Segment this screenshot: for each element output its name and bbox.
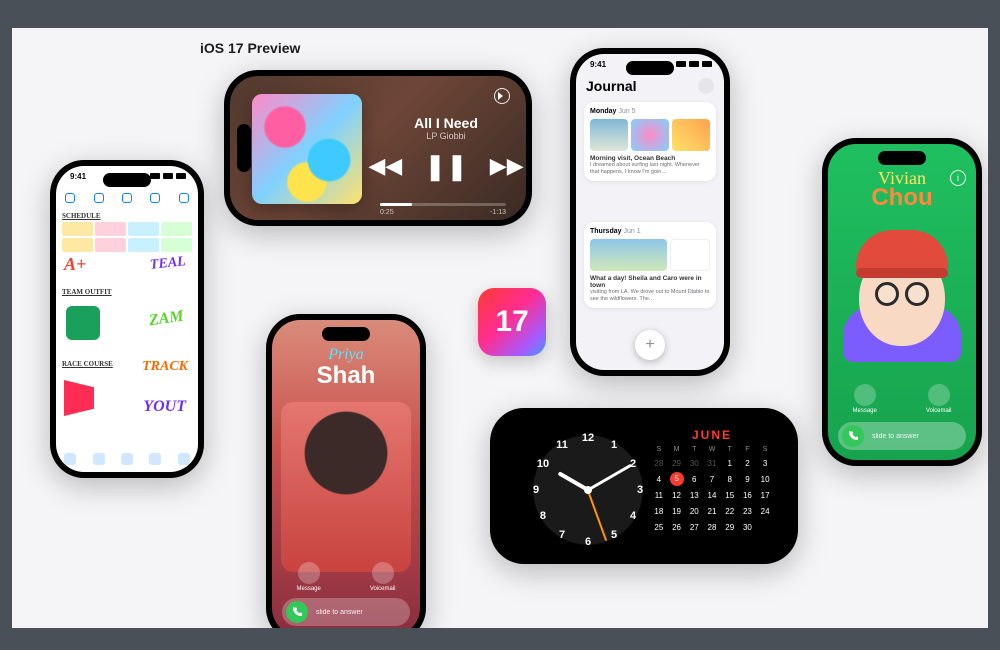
dynamic-island xyxy=(503,462,517,510)
rewind-button[interactable]: ◀◀ xyxy=(368,153,402,179)
calendar-widget: JUNE SMTWTFS 282930311234567891011121314… xyxy=(650,428,774,535)
pause-button[interactable]: ❚❚ xyxy=(424,151,468,182)
filter-icon[interactable] xyxy=(698,78,714,94)
add-entry-button[interactable]: + xyxy=(635,330,665,360)
track-artist: LP Giobbi xyxy=(426,131,465,141)
voicemail-button[interactable]: Voicemail xyxy=(926,384,952,414)
analog-clock: 121234567891011 xyxy=(524,426,652,554)
journal-title: Journal xyxy=(586,78,637,94)
page-title: iOS 17 Preview xyxy=(200,40,300,56)
caller-memoji xyxy=(843,222,961,362)
entry-body: visiting from LA. We drove out to Mount … xyxy=(590,289,710,302)
freeform-toolbar xyxy=(56,188,198,208)
forward-button[interactable]: ▶▶ xyxy=(490,153,524,179)
ios17-logo: 17 xyxy=(478,288,546,356)
sticker-foamfinger xyxy=(64,380,94,416)
dynamic-island xyxy=(322,327,370,341)
voicemail-button[interactable]: Voicemail xyxy=(370,562,396,592)
slide-to-answer[interactable]: slide to answer xyxy=(838,422,966,450)
calendar-month: JUNE xyxy=(650,428,774,442)
preview-hero: iOS 17 Preview 9:41 SCHEDULE A+ TEAL TEA… xyxy=(12,28,988,628)
phone-contact-poster-vivian: i Vivian Chou Message Voicemail xyxy=(822,138,982,466)
progress-bar[interactable] xyxy=(380,203,506,206)
message-button[interactable]: Message xyxy=(296,562,320,592)
sticker-dino xyxy=(66,306,100,340)
caller-photo xyxy=(281,402,411,572)
freeform-heading: TEAM OUTFIT xyxy=(62,288,192,296)
freeform-heading: SCHEDULE xyxy=(62,212,192,220)
answer-icon[interactable] xyxy=(286,601,308,623)
phone-freeform: 9:41 SCHEDULE A+ TEAL TEAM OUTFIT ZAM RA… xyxy=(50,160,204,478)
dynamic-island xyxy=(878,151,926,165)
album-art xyxy=(252,94,362,204)
sticker-yout: YOUT xyxy=(143,398,186,416)
track-title: All I Need xyxy=(414,115,478,131)
time-elapsed: 0:25 xyxy=(380,209,394,216)
status-time: 9:41 xyxy=(590,60,606,69)
journal-entry[interactable]: Monday Jun 5 Morning visit, Ocean Beach … xyxy=(584,102,716,181)
sticker-teal: TEAL xyxy=(149,254,186,274)
dynamic-island xyxy=(103,173,151,187)
status-icons xyxy=(150,173,186,179)
caller-last-name: Shah xyxy=(272,362,420,390)
sticker-track: TRACK xyxy=(140,358,190,376)
phone-standby-clock: 121234567891011 JUNE SMTWTFS 28293031123… xyxy=(490,408,798,564)
entry-title: Morning visit, Ocean Beach xyxy=(590,155,675,162)
entry-title: What a day! Sheila and Caro were in town xyxy=(590,275,702,289)
slide-to-answer[interactable]: slide to answer xyxy=(282,598,410,626)
journal-entry[interactable]: Thursday Jun 1 What a day! Sheila and Ca… xyxy=(584,222,716,308)
phone-journal: 9:41 Journal Monday Jun 5 Morning visit,… xyxy=(570,48,730,376)
dynamic-island xyxy=(237,124,251,172)
sticker-zam: ZAM xyxy=(148,308,185,331)
answer-icon[interactable] xyxy=(842,425,864,447)
time-remaining: -1:13 xyxy=(490,209,506,216)
freeform-bottom-toolbar xyxy=(56,450,198,468)
entry-body: I dreamed about surfing last night. When… xyxy=(590,162,710,175)
status-time: 9:41 xyxy=(70,172,86,181)
phone-standby-music: All I Need LP Giobbi ◀◀ ❚❚ ▶▶ 0:25 -1:13 xyxy=(224,70,532,226)
sticker-aplus: A+ xyxy=(64,254,86,275)
caller-last-name: Chou xyxy=(828,184,976,212)
phone-contact-poster-priya: Priya Shah Message Voicemail slide to an… xyxy=(266,314,426,628)
message-button[interactable]: Message xyxy=(852,384,876,414)
status-icons xyxy=(676,61,712,67)
dynamic-island xyxy=(626,61,674,75)
